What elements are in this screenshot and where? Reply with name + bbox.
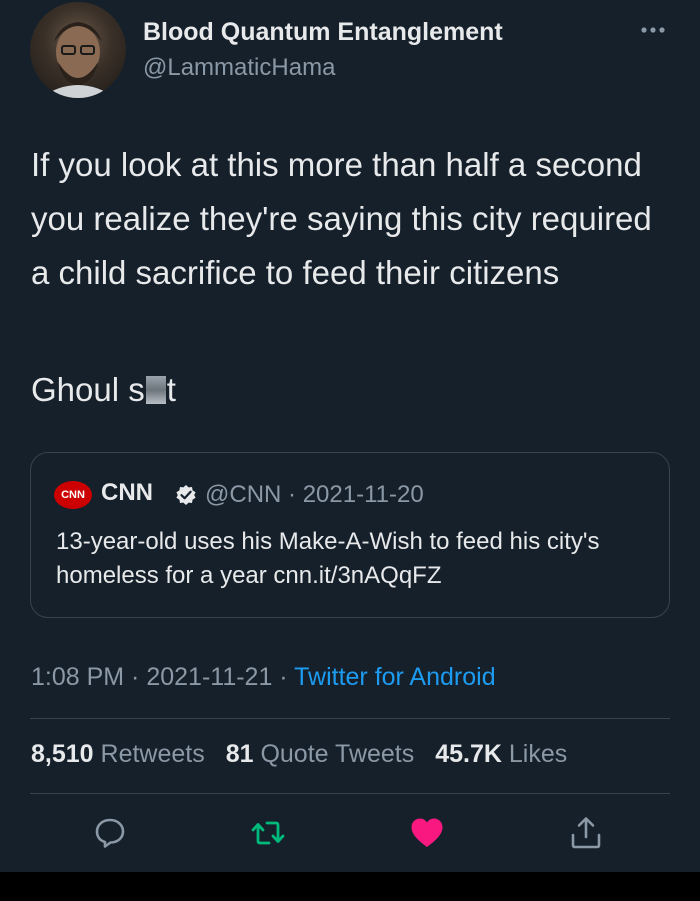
tweet-stats: 8,510 Retweets 81 Quote Tweets 45.7K Lik… xyxy=(31,740,581,769)
quote-tweets-count: 81 xyxy=(225,740,254,768)
author-handle[interactable]: @LammaticHama xyxy=(143,54,335,82)
tweet-meta: 1:08 PM · 2021-11-21 · Twitter for Andro… xyxy=(31,663,496,691)
tweet-date[interactable]: 2021-11-21 xyxy=(146,663,272,691)
tweet-text: If you look at this more than half a sec… xyxy=(31,146,652,291)
bottom-bar xyxy=(0,872,700,901)
tweet-text-line2-start: Ghoul s xyxy=(31,371,145,408)
quote-tweets-stat[interactable]: 81 Quote Tweets xyxy=(226,740,415,768)
tweet: Blood Quantum Entanglement @LammaticHama… xyxy=(0,0,700,872)
tweet-text-line2-end: t xyxy=(166,371,176,408)
author-name[interactable]: Blood Quantum Entanglement xyxy=(143,18,503,47)
quoted-tweet[interactable]: CNN CNN @CNN · 2021-11-20 13-year-old us… xyxy=(30,452,670,618)
more-horizontal-icon[interactable] xyxy=(638,20,668,40)
retweet-icon[interactable] xyxy=(250,815,286,851)
verified-badge-icon xyxy=(175,484,197,506)
divider xyxy=(30,718,670,719)
likes-label: Likes xyxy=(508,740,568,768)
cnn-logo: CNN xyxy=(54,481,92,509)
tweet-text-line2: Ghoul s t xyxy=(31,363,176,417)
quoted-text: 13-year-old uses his Make-A-Wish to feed… xyxy=(56,528,600,589)
retweets-count: 8,510 xyxy=(31,740,94,768)
reply-icon[interactable] xyxy=(92,815,128,851)
divider xyxy=(30,793,670,794)
likes-count: 45.7K xyxy=(435,740,502,768)
retweets-stat[interactable]: 8,510 Retweets xyxy=(31,740,205,768)
quoted-meta: @CNN · 2021-11-20 xyxy=(205,481,424,508)
share-icon[interactable] xyxy=(568,815,604,851)
tweet-time[interactable]: 1:08 PM xyxy=(31,663,124,691)
quoted-author-name: CNN xyxy=(101,479,153,506)
censor-blur xyxy=(145,376,166,404)
likes-stat[interactable]: 45.7K Likes xyxy=(435,740,567,768)
retweets-label: Retweets xyxy=(100,740,205,768)
author-avatar[interactable] xyxy=(30,2,126,98)
heart-icon[interactable] xyxy=(409,815,445,851)
quote-tweets-label: Quote Tweets xyxy=(260,740,415,768)
tweet-source-link[interactable]: Twitter for Android xyxy=(294,663,495,691)
